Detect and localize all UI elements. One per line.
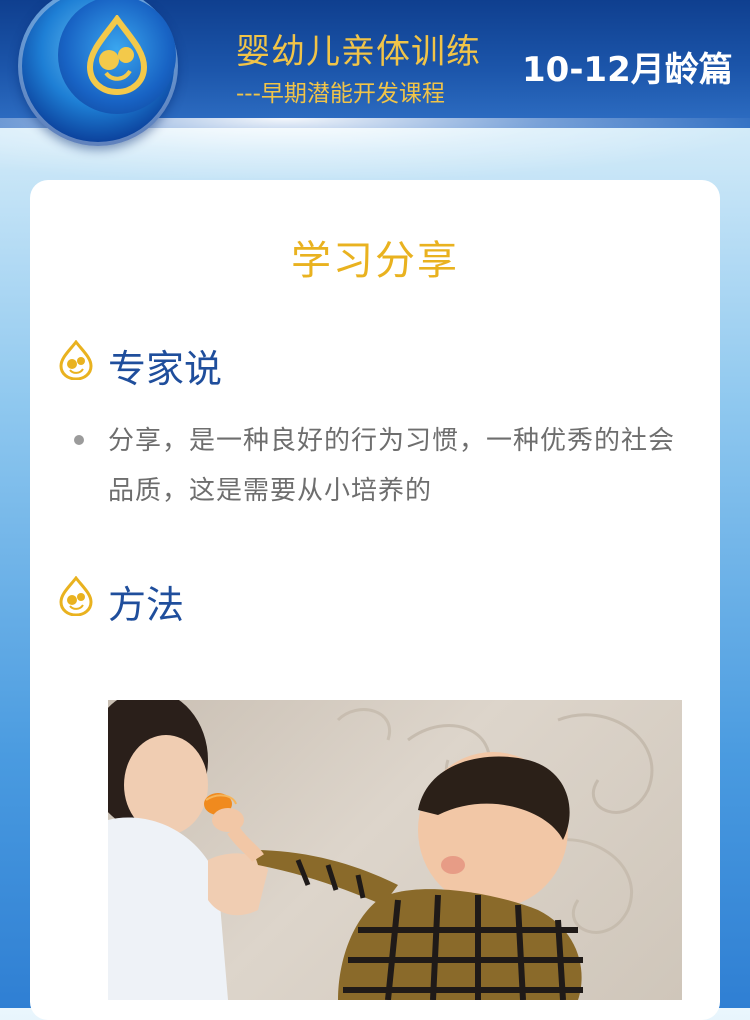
- course-subtitle: ---早期潜能开发课程: [236, 81, 445, 107]
- content-card: 学习分享 专家说 分享，是一种良好的行为习惯，一种优秀的社会品质，这是需要从小培…: [30, 180, 720, 1020]
- section-drop-icon: [58, 339, 94, 384]
- age-range-label: 10-12月龄篇: [522, 50, 733, 90]
- bullet-dot: [74, 435, 84, 445]
- section-label-method: 方法: [108, 583, 185, 627]
- section-drop-icon: [58, 575, 94, 620]
- photo-mother-child-sharing: [108, 700, 682, 1000]
- section-label-expert: 专家说: [108, 347, 223, 391]
- card-title: 学习分享: [291, 238, 459, 284]
- bullet-text: 分享，是一种良好的行为习惯，一种优秀的社会品质，这是需要从小培养的: [108, 426, 676, 506]
- logo-drop-icon: [58, 0, 176, 114]
- course-title: 婴幼儿亲体训练: [236, 32, 481, 72]
